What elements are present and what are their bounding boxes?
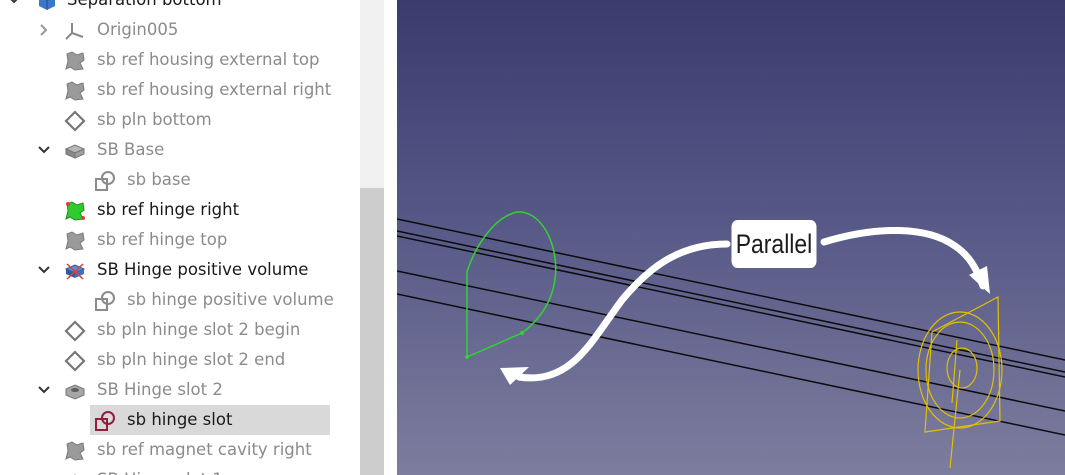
pad-icon — [64, 140, 86, 162]
tree-row[interactable]: sb hinge slot — [0, 405, 360, 435]
tree-row[interactable]: sb hinge positive volume — [0, 285, 360, 315]
pad-icon — [64, 260, 86, 282]
tree-row[interactable]: sb base — [0, 165, 360, 195]
chevron-down-icon[interactable] — [36, 142, 52, 158]
pocket-icon — [64, 380, 86, 402]
subshape-binder-icon — [64, 50, 86, 72]
tree-row[interactable]: sb ref housing external right — [0, 75, 360, 105]
chevron-down-icon[interactable] — [6, 0, 22, 8]
panel-divider — [384, 0, 397, 475]
tree-row[interactable]: sb ref hinge right — [0, 195, 360, 225]
tree-row[interactable]: sb ref hinge top — [0, 225, 360, 255]
tree-item-label: sb hinge slot — [127, 410, 233, 429]
tree-item-label: sb pln hinge slot 2 end — [97, 350, 286, 369]
datum-plane-icon — [64, 350, 86, 372]
origin-axes-icon — [64, 20, 86, 42]
tree-row[interactable]: SB Hinge slot 2 — [0, 375, 360, 405]
sketch-vertex[interactable] — [465, 355, 469, 359]
sketch-icon — [94, 290, 116, 312]
tree-row[interactable]: sb pln hinge slot 2 begin — [0, 315, 360, 345]
green-sketch-profile[interactable] — [466, 211, 557, 359]
tree-item-label: Separation bottom — [67, 0, 222, 10]
tree-item-label: Origin005 — [97, 20, 179, 39]
subshape-binder-icon — [64, 440, 86, 462]
tree-item-label: SB Hinge slot 2 — [97, 380, 223, 399]
datum-plane-icon — [64, 110, 86, 132]
tree-item-label: SB Hinge slot 1 — [97, 470, 223, 475]
scrollbar-thumb[interactable] — [360, 188, 384, 475]
model-edge[interactable] — [397, 270, 1065, 412]
tree-item-label: sb ref housing external top — [97, 50, 320, 69]
body-icon — [36, 0, 58, 12]
subshape-binder-icon — [64, 80, 86, 102]
tree-item-label: sb ref magnet cavity right — [97, 440, 312, 459]
tree-row[interactable]: Origin005 — [0, 15, 360, 45]
tree-item-label: sb pln hinge slot 2 begin — [97, 320, 301, 339]
tree-item-label: sb ref housing external right — [97, 80, 332, 99]
tree-item-label: sb ref hinge right — [97, 200, 240, 219]
tree-item-label: sb pln bottom — [97, 110, 212, 129]
arrow-to-yellow-sketch — [820, 227, 987, 290]
chevron-right-icon[interactable] — [36, 22, 52, 38]
tree-item-label: SB Base — [97, 140, 165, 159]
tree-scrollbar[interactable] — [360, 0, 384, 475]
sketch-icon — [94, 170, 116, 192]
sketch-icon — [94, 410, 116, 432]
tree-row[interactable]: sb pln bottom — [0, 105, 360, 135]
model-tree: Separation bottom Origin005 sb ref housing… — [0, 0, 360, 475]
tree-row[interactable]: SB Hinge slot 1 — [0, 465, 360, 475]
tree-row[interactable]: sb pln hinge slot 2 end — [0, 345, 360, 375]
tree-item-label: sb ref hinge top — [97, 230, 228, 249]
tree-item-label: sb base — [127, 170, 191, 189]
tree-item-label: SB Hinge positive volume — [97, 260, 309, 279]
3d-viewport[interactable]: Parallel — [397, 0, 1065, 475]
subshape-binder-icon — [64, 230, 86, 252]
tree-row[interactable]: SB Hinge positive volume — [0, 255, 360, 285]
pocket-icon — [64, 470, 86, 475]
tree-row[interactable]: Separation bottom — [0, 0, 360, 15]
datum-plane-icon — [64, 320, 86, 342]
tree-row[interactable]: SB Base — [0, 135, 360, 165]
subshape-binder-icon — [64, 200, 86, 222]
tree-item-label: sb hinge positive volume — [127, 290, 334, 309]
sketch-vertex[interactable] — [520, 331, 524, 335]
tree-row[interactable]: sb ref housing external top — [0, 45, 360, 75]
tree-row[interactable]: sb ref magnet cavity right — [0, 435, 360, 465]
chevron-down-icon[interactable] — [36, 262, 52, 278]
parallel-callout: Parallel — [731, 220, 817, 268]
chevron-down-icon[interactable] — [36, 382, 52, 398]
